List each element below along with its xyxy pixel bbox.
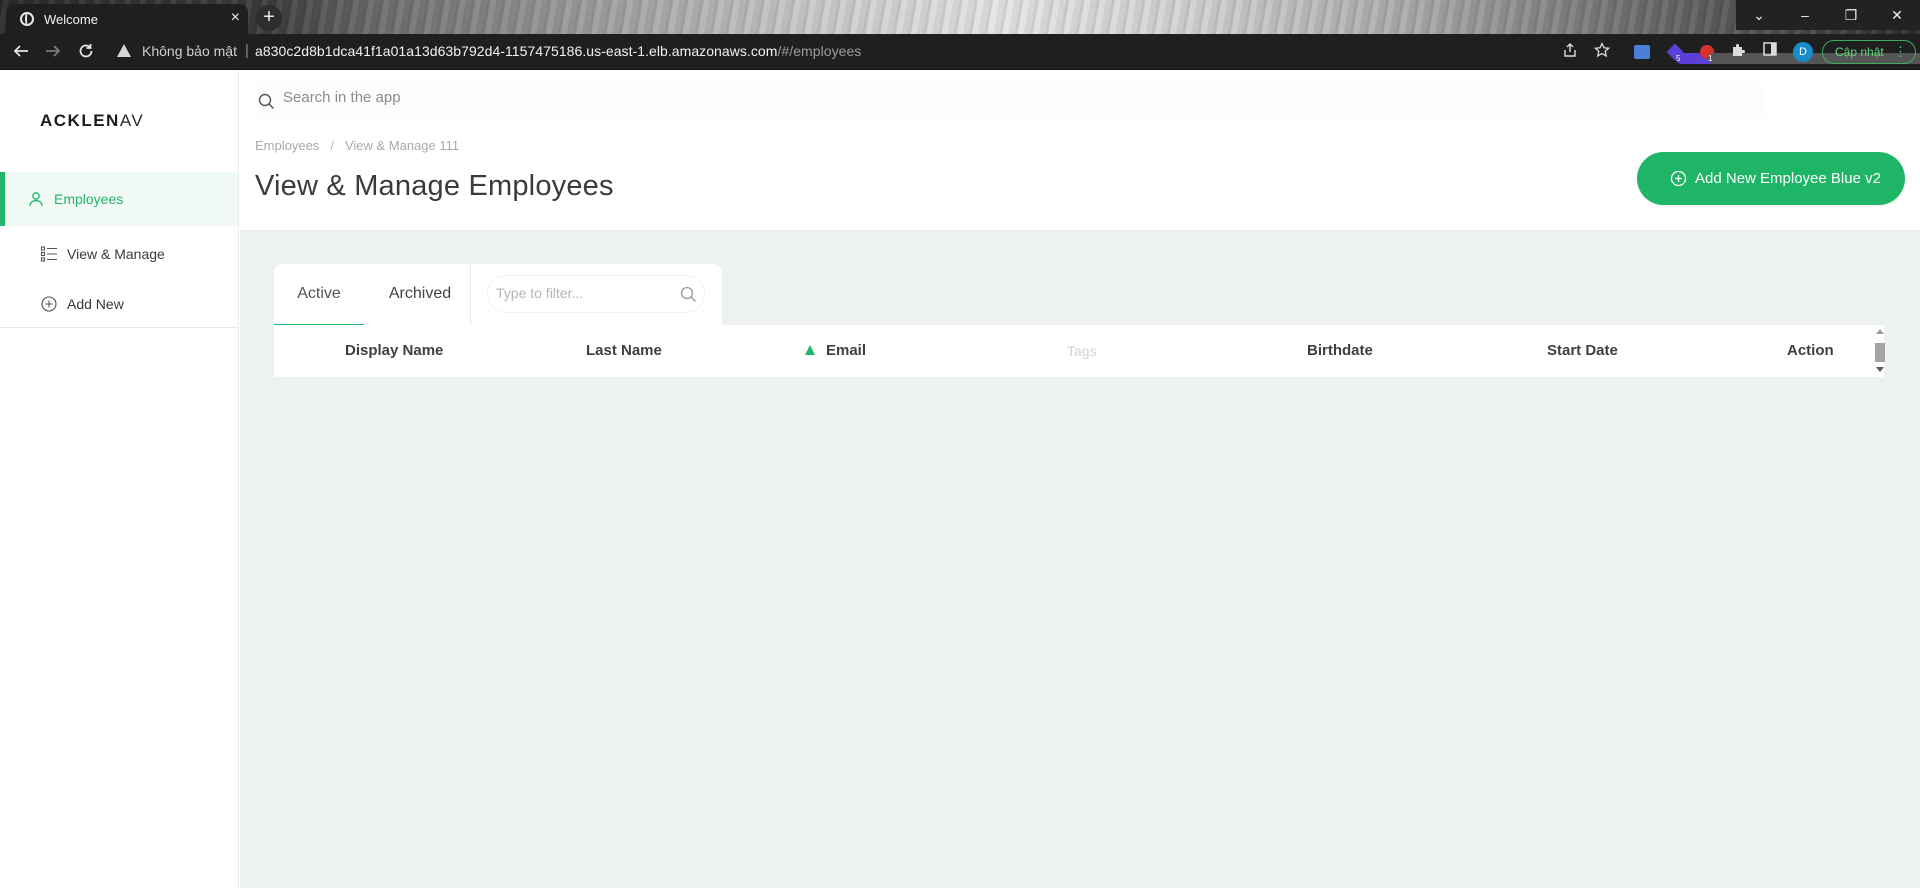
- puzzle-extensions-icon[interactable]: [1729, 42, 1749, 62]
- column-header-last-name[interactable]: Last Name: [586, 325, 662, 377]
- url-divider: |: [245, 42, 249, 59]
- address-bar: Không bảo mật | a830c2d8b1dca41f1a01a13d…: [0, 34, 1920, 70]
- scroll-down-icon[interactable]: [1876, 367, 1884, 372]
- sidebar: ACKLENAV Employees View & Manage Add New: [0, 71, 239, 888]
- main-content: Active Archived Display Name Last Name E…: [240, 230, 1920, 888]
- breadcrumb-employees[interactable]: Employees: [255, 138, 319, 153]
- list-icon: [40, 246, 57, 262]
- top-search-bar: [240, 71, 1920, 129]
- share-icon[interactable]: [1560, 42, 1580, 62]
- page-header: Employees / View & Manage 111 View & Manag…: [240, 129, 1920, 230]
- logo-text-tail: AV: [119, 111, 145, 130]
- add-button-label: Add New Employee Blue v2: [1695, 170, 1881, 187]
- browser-tab[interactable]: Welcome ×: [6, 4, 248, 34]
- sidebar-item-add-new[interactable]: Add New: [0, 277, 238, 331]
- translate-extension-icon[interactable]: [1634, 45, 1650, 59]
- minimize-button[interactable]: –: [1782, 0, 1828, 30]
- tab-title: Welcome: [44, 12, 98, 27]
- tab-active[interactable]: Active: [274, 264, 364, 326]
- plus-circle-icon: [41, 296, 57, 312]
- reload-icon: [79, 44, 93, 58]
- side-panel-glyph: [1763, 42, 1777, 56]
- back-button[interactable]: [11, 42, 31, 62]
- breadcrumb-separator: /: [330, 138, 334, 153]
- column-header-start-date[interactable]: Start Date: [1547, 325, 1618, 377]
- plus-circle-icon: [1670, 170, 1687, 187]
- search-input[interactable]: [283, 89, 1183, 106]
- warning-icon[interactable]: [117, 44, 131, 57]
- sidebar-item-label: Add New: [67, 296, 124, 312]
- header-divider: [240, 230, 1920, 232]
- table-scrollbar[interactable]: [1874, 327, 1886, 375]
- column-header-tags: Tags: [1067, 343, 1097, 359]
- security-status-label[interactable]: Không bảo mật: [142, 43, 237, 59]
- close-window-button[interactable]: ✕: [1874, 0, 1920, 30]
- breadcrumb-current: View & Manage 111: [344, 138, 460, 153]
- sidebar-divider: [0, 327, 238, 328]
- url-path: /#/employees: [777, 43, 862, 59]
- tab-close-button[interactable]: ×: [231, 9, 240, 27]
- scroll-thumb[interactable]: [1875, 343, 1885, 362]
- column-header-birthdate[interactable]: Birthdate: [1307, 325, 1373, 377]
- app-root: ACKLENAV Employees View & Manage Add New…: [0, 71, 1920, 888]
- sidebar-item-label: View & Manage: [67, 246, 165, 262]
- reload-button[interactable]: [76, 42, 96, 62]
- bookmark-star-icon[interactable]: [1592, 41, 1612, 62]
- employees-table: Display Name Last Name Email Tags Birthd…: [274, 325, 1886, 377]
- filter-box: [487, 275, 705, 313]
- update-label: Cập nhật: [1835, 45, 1884, 59]
- app-search: [258, 83, 1764, 119]
- update-button[interactable]: Cập nhật ⋮: [1822, 40, 1916, 64]
- forward-button[interactable]: [43, 42, 63, 62]
- column-header-label: Email: [826, 342, 867, 359]
- star-glyph: [1593, 41, 1611, 58]
- restore-button[interactable]: ❐: [1828, 0, 1874, 30]
- column-header-action: Action: [1787, 342, 1834, 359]
- column-header-email[interactable]: Email: [805, 325, 866, 377]
- add-employee-button[interactable]: Add New Employee Blue v2: [1637, 152, 1905, 205]
- globe-icon: [20, 12, 34, 26]
- side-panel-icon[interactable]: [1760, 42, 1780, 62]
- filter-input[interactable]: [496, 285, 666, 301]
- column-header-display-name[interactable]: Display Name: [345, 325, 443, 377]
- share-glyph: [1564, 43, 1576, 57]
- tab-archived[interactable]: Archived: [374, 264, 466, 324]
- url-host: a830c2d8b1dca41f1a01a13d63b792d4-1157475…: [255, 43, 778, 59]
- search-icon[interactable]: [680, 286, 697, 303]
- kebab-menu-icon[interactable]: ⋮: [1894, 41, 1907, 63]
- scroll-up-icon[interactable]: [1876, 329, 1884, 334]
- search-icon: [258, 93, 275, 110]
- sidebar-item-view-manage[interactable]: View & Manage: [0, 227, 238, 281]
- logo-text: ACKLEN: [40, 111, 120, 130]
- back-arrow-icon: [13, 45, 28, 57]
- status-tabs: Active Archived: [274, 264, 722, 326]
- browser-tab-strip: Welcome × + ⌄ – ❐ ✕: [0, 0, 1920, 34]
- tabs-divider: [470, 264, 471, 326]
- forward-arrow-icon: [46, 45, 61, 57]
- profile-avatar[interactable]: D: [1793, 42, 1813, 62]
- sidebar-item-label: Employees: [54, 191, 124, 207]
- user-icon: [29, 192, 43, 207]
- page-title: View & Manage Employees: [255, 170, 614, 202]
- window-controls: ⌄ – ❐ ✕: [1736, 0, 1920, 30]
- breadcrumb: Employees / View & Manage 111: [255, 138, 459, 153]
- sidebar-item-employees[interactable]: Employees: [0, 172, 238, 226]
- url-field[interactable]: a830c2d8b1dca41f1a01a13d63b792d4-1157475…: [255, 43, 861, 59]
- company-logo[interactable]: ACKLENAV: [40, 111, 144, 131]
- new-tab-button[interactable]: +: [256, 5, 282, 31]
- puzzle-glyph: [1733, 44, 1745, 56]
- tab-search-button[interactable]: ⌄: [1736, 0, 1782, 30]
- sort-ascending-icon: [805, 345, 815, 355]
